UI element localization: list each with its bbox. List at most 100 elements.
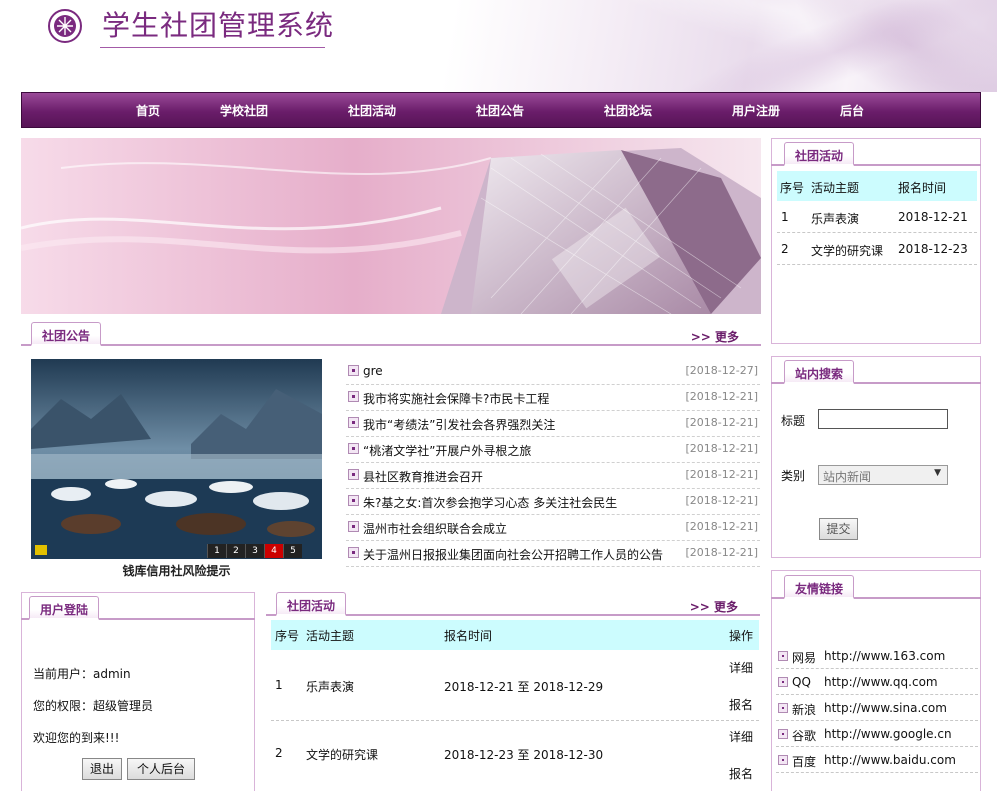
friend-link-item[interactable]: 谷歌 http://www.google.cn xyxy=(776,721,978,747)
notice-item[interactable]: 我市将实施社会保障卡?市民卡工程 [2018-12-21] xyxy=(346,385,760,411)
notice-item[interactable]: 温州市社会组织联合会成立 [2018-12-21] xyxy=(346,515,760,541)
tab-search[interactable]: 站内搜索 xyxy=(784,360,855,384)
photo-pager-4[interactable]: 4 xyxy=(264,544,283,558)
nav-forum[interactable]: 社团论坛 xyxy=(604,102,652,119)
tab-notices[interactable]: 社团公告 xyxy=(31,322,102,346)
sidebar-row-1-time: 2018-12-21 xyxy=(898,210,968,224)
notice-date: [2018-12-21] xyxy=(685,494,758,507)
sidebar-row-2-no: 2 xyxy=(781,242,789,256)
notice-item[interactable]: 关于温州日报报业集团面向社会公开招聘工作人员的公告 [2018-12-21] xyxy=(346,541,760,567)
logout-button[interactable]: 退出 xyxy=(82,758,122,780)
notice-title-link[interactable]: 温州市社会组织联合会成立 xyxy=(363,520,507,537)
sidebar-row-2-topic[interactable]: 文学的研究课 xyxy=(811,242,883,259)
activity-panel-header: 社团活动 >> 更多 xyxy=(266,592,760,616)
nav-admin[interactable]: 后台 xyxy=(840,102,864,119)
list-bullet-icon xyxy=(778,703,788,713)
notice-date: [2018-12-21] xyxy=(685,442,758,455)
search-category-value: 站内新闻 xyxy=(823,470,872,484)
photo-pager-1[interactable]: 1 xyxy=(207,544,226,558)
tab-sidebar-activity[interactable]: 社团活动 xyxy=(784,142,855,166)
activity-row-1-signup-link[interactable]: 报名 xyxy=(729,696,753,713)
search-category-select[interactable]: 站内新闻 ▼ xyxy=(818,465,948,485)
nav-activities[interactable]: 社团活动 xyxy=(348,102,396,119)
activity-row-2-detail-link[interactable]: 详细 xyxy=(729,728,753,745)
tab-activities[interactable]: 社团活动 xyxy=(276,592,347,616)
row-divider xyxy=(777,232,977,233)
search-title-label: 标题 xyxy=(781,414,806,428)
list-bullet-icon xyxy=(348,391,359,402)
friend-link-url[interactable]: http://www.baidu.com xyxy=(824,753,956,767)
notice-title-link[interactable]: 我市将实施社会保障卡?市民卡工程 xyxy=(363,390,549,407)
friend-link-item[interactable]: 百度 http://www.baidu.com xyxy=(776,747,978,773)
notice-title-link[interactable]: 县社区教育推进会召开 xyxy=(363,468,483,485)
col-header-topic: 活动主题 xyxy=(811,181,860,195)
list-bullet-icon xyxy=(348,469,359,480)
photo-pager-3[interactable]: 3 xyxy=(245,544,264,558)
friend-link-url[interactable]: http://www.163.com xyxy=(824,649,945,663)
sidebar-row-2-time: 2018-12-23 xyxy=(898,242,968,256)
notice-item[interactable]: 县社区教育推进会召开 [2018-12-21] xyxy=(346,463,760,489)
search-panel-header: 站内搜索 xyxy=(771,360,981,384)
friend-link-url[interactable]: http://www.google.cn xyxy=(824,727,952,741)
activity-row-1-detail-link[interactable]: 详细 xyxy=(729,659,753,676)
title-divider xyxy=(100,47,325,48)
nav-clubs[interactable]: 学校社团 xyxy=(220,102,268,119)
search-submit-button[interactable]: 提交 xyxy=(819,518,858,540)
site-title: 学生社团管理系统 xyxy=(102,9,335,42)
row-divider xyxy=(271,720,759,721)
search-panel xyxy=(771,356,981,558)
list-bullet-icon xyxy=(348,443,359,454)
sidebar-activity-table-header xyxy=(777,171,977,201)
friend-link-name: 百度 xyxy=(792,755,817,769)
notice-date: [2018-12-21] xyxy=(685,520,758,533)
notice-item[interactable]: 我市“考绩法”引发社会各界强烈关注 [2018-12-21] xyxy=(346,411,760,437)
welcome-text: 欢迎您的到来!!! xyxy=(33,731,120,745)
notice-date: [2018-12-21] xyxy=(685,546,758,559)
nav-home[interactable]: 首页 xyxy=(136,102,160,119)
login-panel-header: 用户登陆 xyxy=(21,596,255,620)
search-title-input[interactable] xyxy=(818,409,948,429)
tab-login[interactable]: 用户登陆 xyxy=(29,596,100,620)
friend-link-item[interactable]: QQ http://www.qq.com xyxy=(776,669,978,695)
list-bullet-icon xyxy=(778,755,788,765)
nav-register[interactable]: 用户注册 xyxy=(732,102,780,119)
activity-row-1-no: 1 xyxy=(275,678,283,692)
notice-panel-header: 社团公告 >> 更多 xyxy=(21,322,761,346)
admin-panel-button[interactable]: 个人后台 xyxy=(127,758,195,780)
activity-row-2-topic[interactable]: 文学的研究课 xyxy=(306,746,378,763)
notice-title-link[interactable]: 我市“考绩法”引发社会各界强烈关注 xyxy=(363,416,555,433)
friend-link-item[interactable]: 新浪 http://www.sina.com xyxy=(776,695,978,721)
photo-pager-5[interactable]: 5 xyxy=(283,544,302,558)
sidebar-row-1-no: 1 xyxy=(781,210,789,224)
notice-title-link[interactable]: “桃渚文学社”开展户外寻根之旅 xyxy=(363,442,531,459)
nav-notices[interactable]: 社团公告 xyxy=(476,102,524,119)
activity-row-1-topic[interactable]: 乐声表演 xyxy=(306,678,354,695)
notice-title-link[interactable]: gre xyxy=(363,364,383,378)
links-panel-header: 友情链接 xyxy=(771,575,981,599)
col-header-time: 报名时间 xyxy=(898,181,947,195)
activity-row-2-signup-link[interactable]: 报名 xyxy=(729,765,753,782)
tab-links[interactable]: 友情链接 xyxy=(784,575,855,599)
photo-pager-2[interactable]: 2 xyxy=(226,544,245,558)
logo-icon xyxy=(48,9,82,43)
notice-item[interactable]: “桃渚文学社”开展户外寻根之旅 [2018-12-21] xyxy=(346,437,760,463)
notice-item[interactable]: 朱?基之女:首次参会抱学习心态 多关注社会民生 [2018-12-21] xyxy=(346,489,760,515)
notice-item[interactable]: gre [2018-12-27] xyxy=(346,359,760,385)
activity-row-1-time: 2018-12-21 至 2018-12-29 xyxy=(444,680,604,694)
friend-link-name: 谷歌 xyxy=(792,729,817,743)
sidebar-row-1-topic[interactable]: 乐声表演 xyxy=(811,210,859,227)
list-bullet-icon xyxy=(778,677,788,687)
friend-link-url[interactable]: http://www.qq.com xyxy=(824,675,938,689)
col-header-no: 序号 xyxy=(780,181,805,195)
friend-link-url[interactable]: http://www.sina.com xyxy=(824,701,947,715)
activity-row-2-no: 2 xyxy=(275,746,283,760)
activity-more-link[interactable]: >> 更多 xyxy=(690,598,738,615)
notice-photo[interactable] xyxy=(31,359,322,559)
photo-caption[interactable]: 钱库信用社风险提示 xyxy=(31,562,322,579)
activity-col-action: 操作 xyxy=(729,629,754,643)
friend-link-item[interactable]: 网易 http://www.163.com xyxy=(776,643,978,669)
notice-title-link[interactable]: 关于温州日报报业集团面向社会公开招聘工作人员的公告 xyxy=(363,546,663,563)
notice-title-link[interactable]: 朱?基之女:首次参会抱学习心态 多关注社会民生 xyxy=(363,494,617,511)
notice-more-link[interactable]: >> 更多 xyxy=(691,328,739,345)
sidebar-activity-header: 社团活动 xyxy=(771,142,981,166)
